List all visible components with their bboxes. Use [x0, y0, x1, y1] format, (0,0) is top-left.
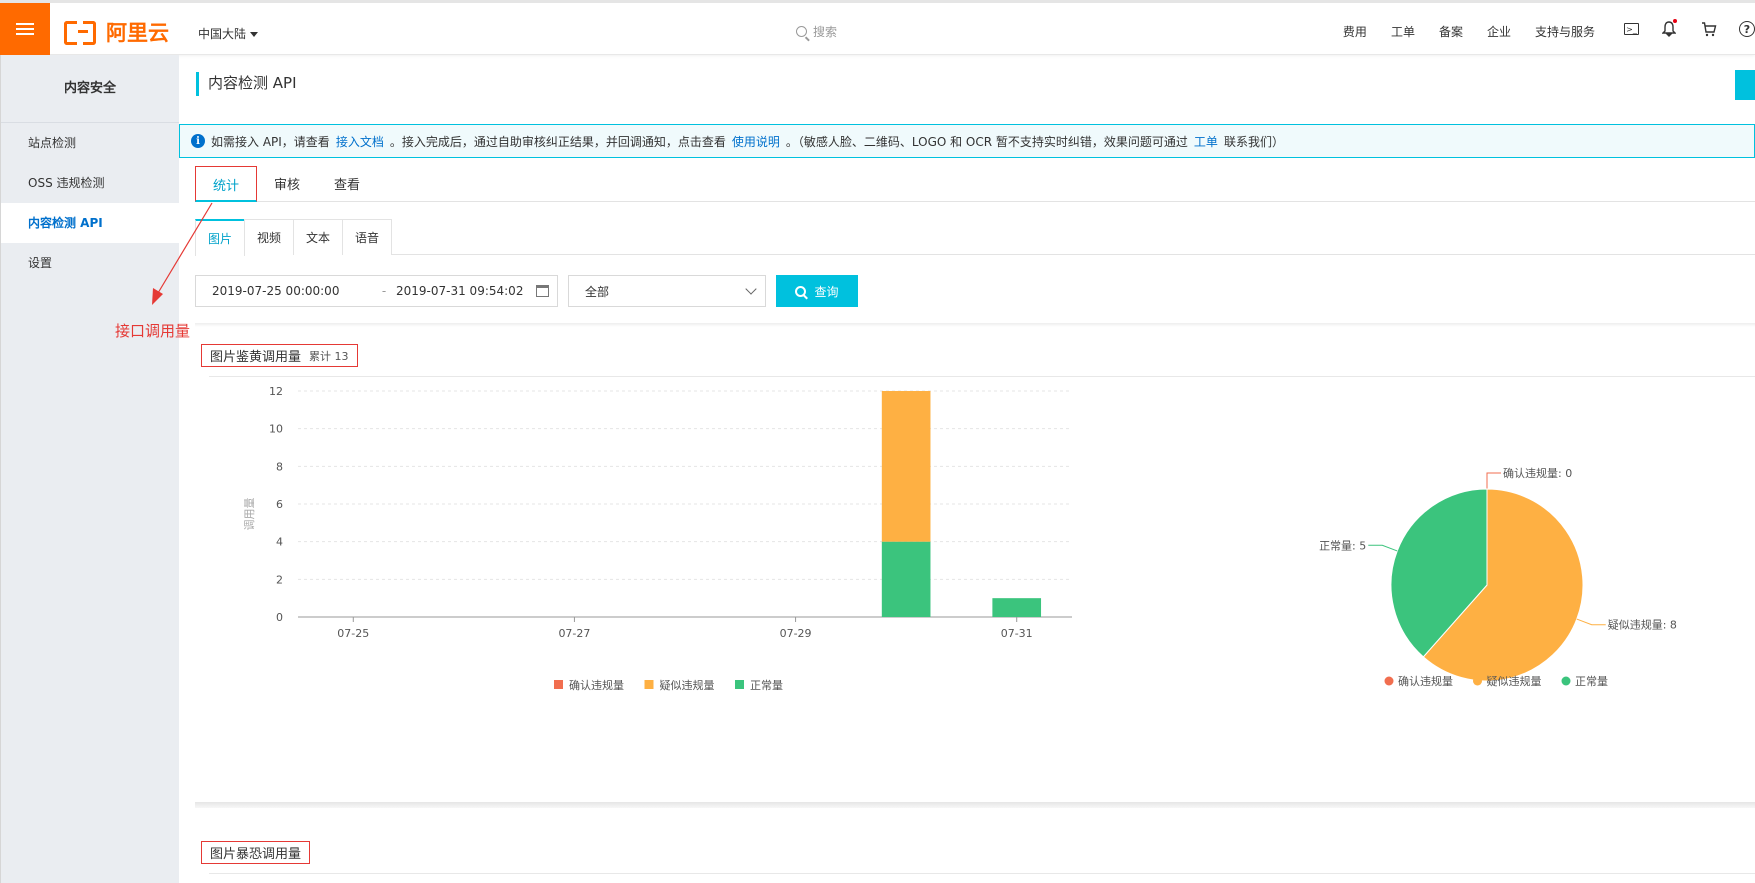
x-tick-label: 07-31	[1001, 627, 1033, 640]
y-tick-label: 6	[276, 498, 283, 511]
nav-link-support[interactable]: 支持与服务	[1535, 23, 1595, 40]
legend-swatch	[644, 680, 654, 689]
x-tick-label: 07-29	[780, 627, 812, 640]
pie-label: 疑似违规量: 8	[1608, 618, 1677, 632]
top-nav-icons: >_ ?	[1624, 19, 1755, 39]
cart-icon[interactable]	[1699, 19, 1719, 39]
y-tick-label: 10	[269, 423, 283, 436]
global-search[interactable]: 搜索	[796, 23, 837, 40]
y-tick-label: 0	[276, 611, 283, 624]
x-tick-label: 07-27	[558, 627, 590, 640]
legend-swatch	[1561, 676, 1571, 686]
annotation-label: 接口调用量	[115, 322, 191, 340]
legend-label: 正常量	[1575, 675, 1608, 688]
legend-label: 正常量	[750, 679, 783, 692]
terminal-icon[interactable]: >_	[1624, 23, 1639, 35]
section-separator	[195, 802, 1755, 808]
y-axis-label: 调用量	[243, 498, 256, 531]
search-icon	[796, 26, 807, 37]
section-title-terror-label: 图片暴恐调用量	[210, 847, 302, 862]
legend-swatch	[554, 680, 563, 689]
nav-link-icp[interactable]: 备案	[1439, 23, 1463, 40]
main-content: 内容检测 API i 如需接入 API，请查看 接入文档 。接入完成后，通过自助…	[179, 55, 1755, 883]
nav-link-ticket[interactable]: 工单	[1391, 23, 1415, 40]
legend-label: 疑似违规量	[1487, 674, 1542, 688]
search-placeholder: 搜索	[813, 25, 838, 39]
legend-swatch	[735, 680, 744, 689]
nav-link-billing[interactable]: 费用	[1343, 23, 1367, 40]
pie-label-line	[1486, 472, 1501, 489]
pie-label: 确认违规量: 0	[1503, 466, 1572, 480]
section-title-terror: 图片暴恐调用量	[201, 841, 311, 864]
top-nav-links: 费用 工单 备案 企业 支持与服务	[1343, 23, 1595, 40]
legend-swatch	[1384, 676, 1394, 686]
y-tick-label: 8	[276, 460, 283, 473]
top-bar: 阿里云 中国大陆 搜索 费用 工单 备案 企业 支持与服务 >_ ?	[0, 0, 1755, 55]
nav-link-enterprise[interactable]: 企业	[1487, 23, 1511, 40]
y-tick-label: 12	[269, 385, 283, 398]
legend-label: 确认违规量	[1398, 674, 1453, 688]
legend-swatch	[1473, 676, 1482, 686]
section-divider	[209, 873, 1755, 874]
bar-segment	[881, 391, 931, 542]
legend-label: 疑似违规量	[660, 678, 715, 692]
annotation-arrow	[152, 202, 213, 305]
charts-area: 0 2 4 6 8 10 12 调用量 07-25 07-27 07-29 07-31 确认违规量 疑似违…	[243, 385, 1677, 692]
pie-label-line	[1576, 618, 1606, 626]
bell-icon[interactable]	[1659, 19, 1679, 39]
pie-label: 正常量: 5	[1319, 539, 1366, 552]
y-tick-label: 4	[276, 536, 283, 549]
help-icon[interactable]: ?	[1739, 21, 1755, 37]
y-tick-label: 2	[276, 573, 283, 586]
pie-label-line	[1368, 544, 1398, 552]
x-tick-label: 07-25	[337, 627, 369, 640]
legend-label: 确认违规量	[569, 678, 624, 692]
bar-segment	[881, 541, 931, 617]
bar-segment	[992, 598, 1042, 617]
